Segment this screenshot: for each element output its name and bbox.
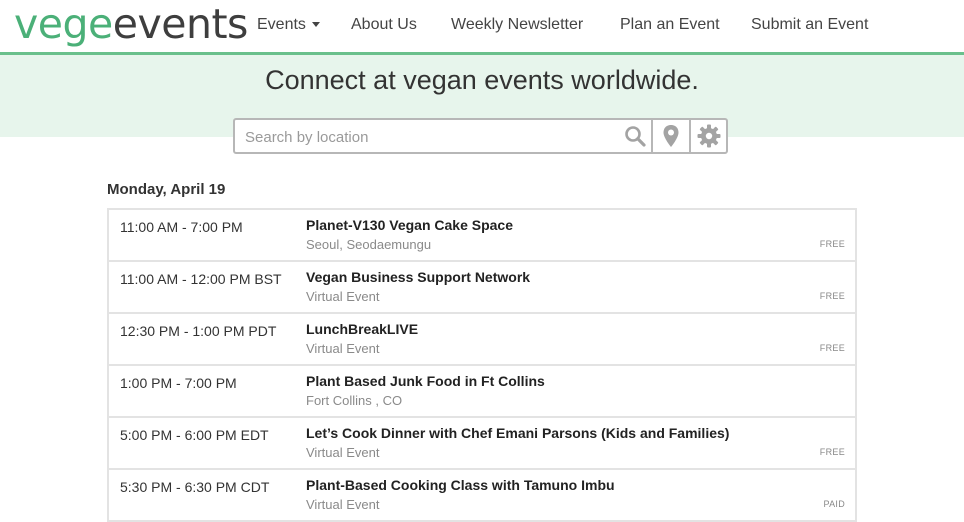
event-time: 5:30 PM - 6:30 PM CDT — [120, 479, 270, 495]
event-price-badge: FREE — [819, 343, 845, 353]
search-input[interactable] — [243, 126, 617, 148]
event-time: 11:00 AM - 7:00 PM — [120, 219, 243, 235]
site-logo[interactable]: vegeevents — [14, 0, 248, 50]
event-time: 1:00 PM - 7:00 PM — [120, 375, 237, 391]
event-location: Virtual Event — [306, 289, 380, 304]
event-price-badge: PAID — [823, 499, 845, 509]
event-time: 5:00 PM - 6:00 PM EDT — [120, 427, 269, 443]
event-row[interactable]: 11:00 AM - 12:00 PM BST Vegan Business S… — [109, 262, 855, 314]
nav-events-label: Events — [257, 16, 306, 33]
event-row[interactable]: 5:30 PM - 6:30 PM CDT Plant-Based Cookin… — [109, 470, 855, 522]
event-title[interactable]: Plant-Based Cooking Class with Tamuno Im… — [306, 477, 615, 493]
event-title[interactable]: Vegan Business Support Network — [306, 269, 530, 285]
event-row[interactable]: 11:00 AM - 7:00 PM Planet-V130 Vegan Cak… — [109, 210, 855, 262]
event-price-badge: FREE — [819, 239, 845, 249]
top-nav-bar: vegeevents Events About Us Weekly Newsle… — [0, 0, 964, 55]
nav-weekly-newsletter[interactable]: Weekly Newsletter — [451, 16, 583, 34]
map-pin-icon — [663, 125, 679, 147]
event-price-badge: FREE — [819, 447, 845, 457]
search-settings-button[interactable] — [691, 120, 726, 152]
event-list: 11:00 AM - 7:00 PM Planet-V130 Vegan Cak… — [107, 208, 857, 522]
use-location-button[interactable] — [653, 120, 689, 152]
caret-down-icon — [311, 22, 320, 28]
event-location: Seoul, Seodaemungu — [306, 237, 432, 252]
event-row[interactable]: 1:00 PM - 7:00 PM Plant Based Junk Food … — [109, 366, 855, 418]
event-location: Virtual Event — [306, 445, 380, 460]
event-title[interactable]: LunchBreakLIVE — [306, 321, 418, 337]
event-row[interactable]: 12:30 PM - 1:00 PM PDT LunchBreakLIVE Vi… — [109, 314, 855, 366]
event-title[interactable]: Planet-V130 Vegan Cake Space — [306, 217, 513, 233]
event-location: Virtual Event — [306, 497, 380, 512]
nav-submit-an-event[interactable]: Submit an Event — [751, 16, 868, 34]
event-location: Virtual Event — [306, 341, 380, 356]
gear-icon — [697, 124, 720, 148]
event-location: Fort Collins , CO — [306, 393, 403, 408]
event-time: 12:30 PM - 1:00 PM PDT — [120, 323, 277, 339]
event-row[interactable]: 5:00 PM - 6:00 PM EDT Let’s Cook Dinner … — [109, 418, 855, 470]
location-search-box — [233, 118, 728, 154]
nav-plan-an-event[interactable]: Plan an Event — [620, 16, 720, 34]
nav-events-dropdown[interactable]: Events — [257, 16, 320, 34]
event-title[interactable]: Let’s Cook Dinner with Chef Emani Parson… — [306, 425, 729, 441]
event-title[interactable]: Plant Based Junk Food in Ft Collins — [306, 373, 545, 389]
event-price-badge: FREE — [819, 291, 845, 301]
hero-title: Connect at vegan events worldwide. — [265, 65, 699, 95]
search-button[interactable] — [619, 120, 651, 152]
event-time: 11:00 AM - 12:00 PM BST — [120, 271, 282, 287]
logo-text-vege: vege — [14, 0, 113, 48]
nav-about-us[interactable]: About Us — [351, 16, 417, 34]
search-icon — [625, 126, 646, 147]
date-heading: Monday, April 19 — [107, 181, 226, 198]
logo-text-events: events — [112, 0, 249, 48]
